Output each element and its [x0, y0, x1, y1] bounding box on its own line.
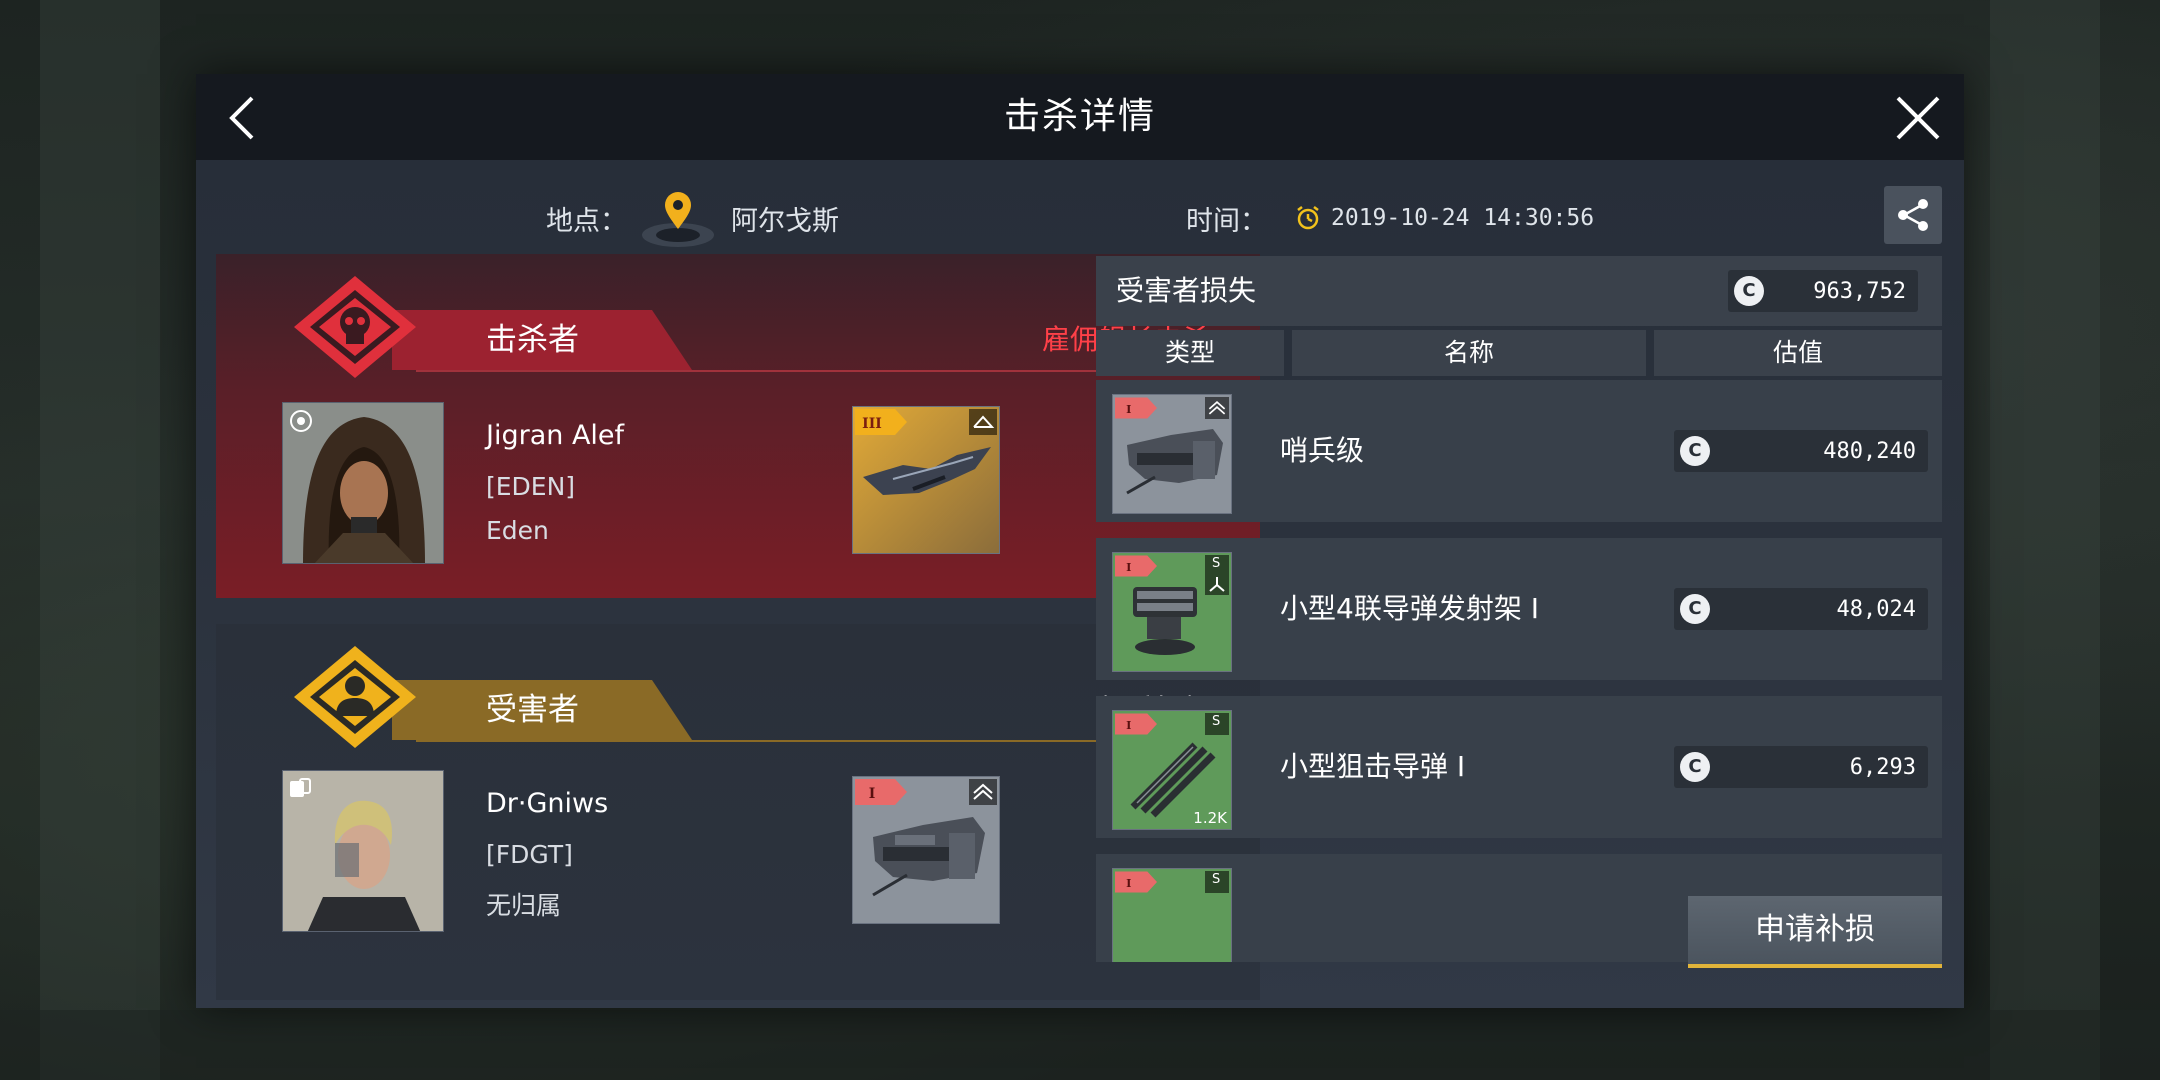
loss-item[interactable]: I S 小型4联导弹发射架 I C 48,024 [1096, 538, 1942, 680]
item-value-text: 6,293 [1849, 754, 1916, 780]
close-button[interactable] [1890, 90, 1946, 146]
item-value-text: 480,240 [1823, 438, 1916, 464]
item-value-text: 48,024 [1836, 596, 1916, 622]
loss-title: 受害者损失 [1116, 274, 1257, 307]
svg-text:I: I [1126, 718, 1131, 732]
item-quantity: 1.2K [1193, 809, 1227, 827]
tier-badge-icon: I [1115, 713, 1157, 735]
background-floor [0, 1010, 2160, 1080]
item-value: C 480,240 [1674, 430, 1928, 472]
killer-role-label: 击杀者 [486, 322, 579, 358]
tier-badge-icon: III [855, 409, 907, 435]
svg-text:I: I [1126, 876, 1131, 890]
victim-corp: [FDGT] [486, 840, 573, 869]
background-strut [40, 0, 160, 1080]
loss-total-value: 963,752 [1813, 278, 1906, 304]
victim-ship-thumbnail[interactable]: I [852, 776, 1000, 924]
person-icon [294, 646, 416, 748]
tier-badge-icon: I [1115, 871, 1157, 893]
victim-ship-tier: I [869, 786, 876, 802]
loss-list[interactable]: I 哨兵级 C 480,240 I S 小型4联导弹发射架 I C 48,024… [1096, 380, 1942, 962]
background-strut [1990, 0, 2100, 1080]
share-icon [1898, 199, 1928, 231]
time-row: 时间： 2019-10-24 14:30:56 [1186, 182, 1594, 254]
slot-size-icon: S [1205, 713, 1229, 735]
share-button[interactable] [1884, 186, 1942, 244]
claim-compensation-button[interactable]: 申请补损 [1688, 896, 1942, 968]
victim-avatar[interactable] [282, 770, 444, 932]
credit-icon: C [1680, 594, 1710, 624]
credit-icon: C [1680, 752, 1710, 782]
victim-role-label: 受害者 [486, 692, 579, 728]
time-label: 时间： [1186, 205, 1267, 237]
dialog-title: 击杀详情 [1003, 96, 1156, 137]
ship-class-icon [969, 779, 997, 805]
close-icon [1896, 96, 1940, 140]
killer-corp: [EDEN] [486, 472, 576, 501]
column-value: 估值 [1654, 330, 1942, 376]
credit-icon: C [1734, 276, 1764, 306]
item-thumbnail[interactable]: I S 1.2K [1112, 710, 1232, 830]
item-value: C 48,024 [1674, 588, 1928, 630]
tier-badge-icon: I [1115, 555, 1157, 577]
back-button[interactable] [218, 90, 274, 146]
item-thumbnail[interactable]: I S [1112, 552, 1232, 672]
killer-alliance: Eden [486, 516, 549, 545]
svg-text:I: I [1126, 402, 1131, 416]
victim-alliance: 无归属 [486, 891, 562, 920]
loss-item[interactable]: I 哨兵级 C 480,240 [1096, 380, 1942, 522]
skull-icon [294, 276, 416, 378]
ship-class-icon [1205, 397, 1229, 419]
time-value: 2019-10-24 14:30:56 [1331, 205, 1595, 231]
location-value: 阿尔戈斯 [731, 205, 839, 237]
item-thumbnail[interactable]: I S [1112, 868, 1232, 962]
alarm-clock-icon [1295, 205, 1321, 231]
tag-icon [290, 778, 311, 797]
column-type: 类型 [1096, 330, 1284, 376]
tier-badge-icon: I [1115, 397, 1157, 419]
victim-name[interactable]: Dr·Gniws [486, 788, 608, 819]
killer-avatar[interactable] [282, 402, 444, 564]
loss-item[interactable]: I S 1.2K 小型狙击导弹 I C 6,293 [1096, 696, 1942, 838]
killer-name[interactable]: Jigran Alef [486, 420, 624, 451]
item-name: 哨兵级 [1280, 434, 1365, 467]
kill-detail-dialog: 击杀详情 地点： 阿尔戈斯 时间： 2019-10-24 14:30:56 击杀… [196, 74, 1964, 1008]
location-pin-icon [639, 187, 717, 249]
item-name: 小型4联导弹发射架 I [1280, 592, 1539, 625]
location-row: 地点： 阿尔戈斯 [546, 182, 839, 254]
neutral-standing-icon [290, 410, 312, 432]
item-name: 小型狙击导弹 I [1280, 750, 1466, 783]
item-thumbnail[interactable]: I [1112, 394, 1232, 514]
item-value: C 6,293 [1674, 746, 1928, 788]
loss-total: C 963,752 [1728, 270, 1918, 312]
svg-text:I: I [1126, 560, 1131, 574]
column-name: 名称 [1292, 330, 1646, 376]
slot-size-icon: S [1205, 555, 1229, 595]
tier-badge-icon: I [855, 779, 907, 805]
slot-size-icon: S [1205, 871, 1229, 893]
killer-ship-thumbnail[interactable]: III [852, 406, 1000, 554]
credit-icon: C [1680, 436, 1710, 466]
killer-ship-tier: III [862, 416, 882, 432]
loss-summary: 受害者损失 C 963,752 [1096, 256, 1942, 326]
location-label: 地点： [546, 205, 627, 237]
ship-class-icon [969, 409, 997, 435]
chevron-left-icon [229, 96, 254, 140]
